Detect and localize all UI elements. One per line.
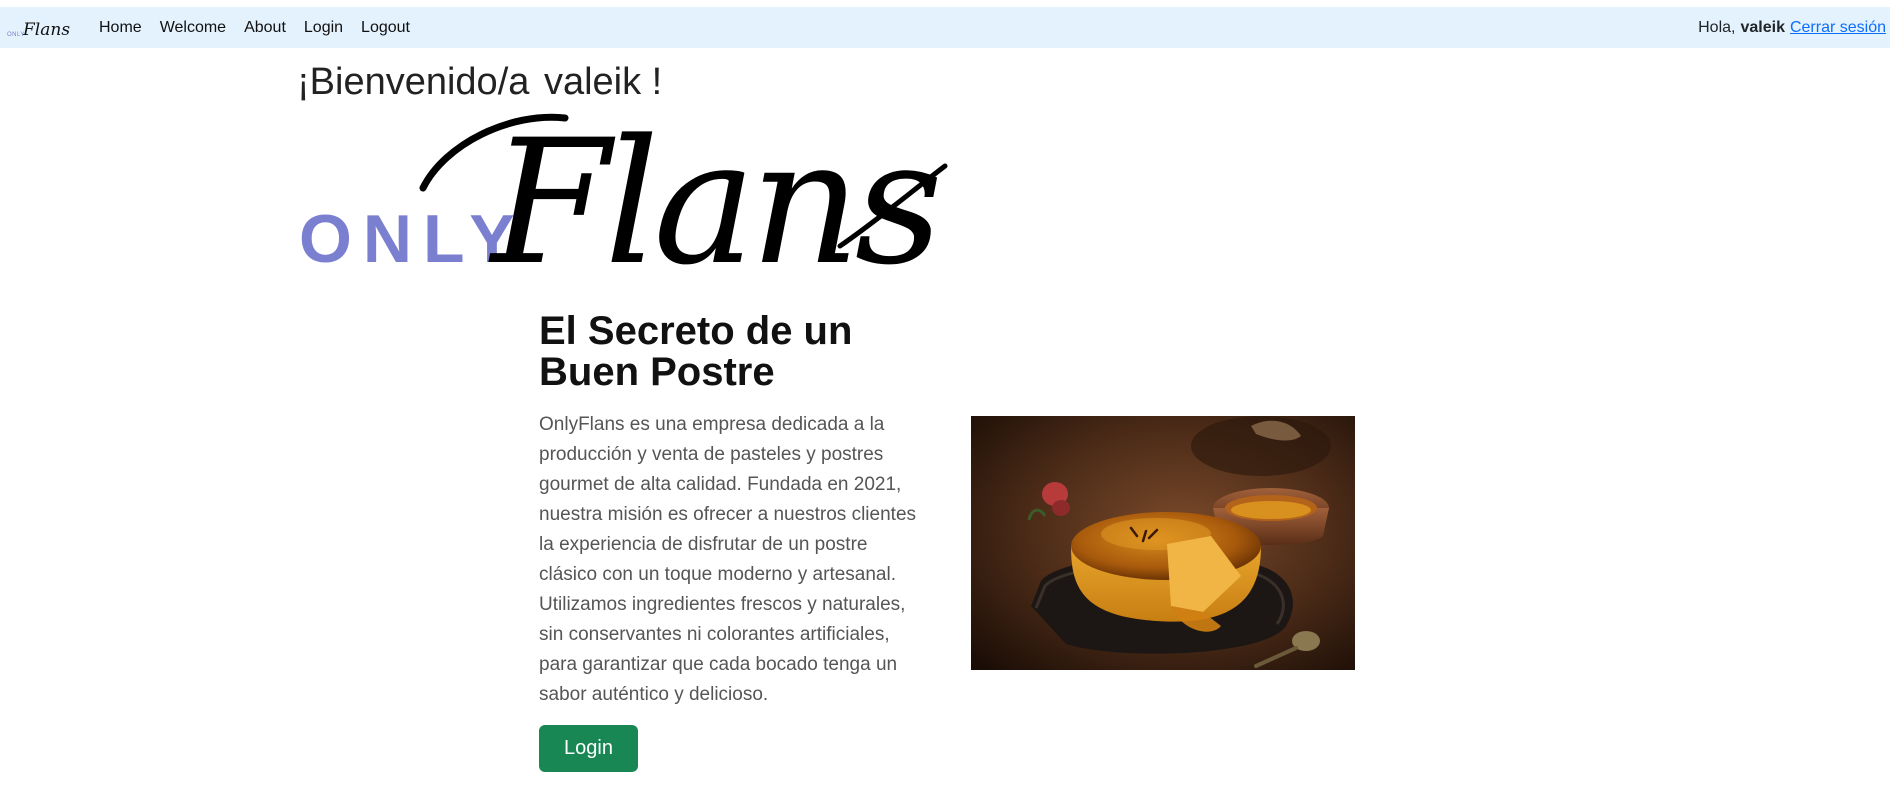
navbar: ONLY Flans Home Welcome About Login Logo… bbox=[0, 7, 1890, 48]
brand-logo-image: ONLY Flans bbox=[7, 20, 70, 40]
onlyflans-logo-image: ONLY Flans bbox=[299, 104, 948, 294]
flan-photo bbox=[971, 416, 1355, 670]
welcome-username: valeik bbox=[543, 61, 642, 103]
welcome-heading: ¡Bienvenido/a valeik ! bbox=[297, 58, 662, 106]
brand-flans-text: Flans bbox=[22, 20, 70, 40]
top-strip bbox=[0, 0, 1890, 7]
user-greeting: Hola, valeik Cerrar sesión bbox=[1698, 7, 1886, 48]
welcome-suffix: ! bbox=[651, 61, 663, 103]
onlyflans-logo: ONLY Flans bbox=[295, 104, 955, 294]
brand-logo[interactable]: ONLY Flans bbox=[6, 16, 74, 40]
login-button[interactable]: Login bbox=[539, 725, 638, 772]
nav-link-about[interactable]: About bbox=[235, 7, 295, 48]
nav-link-logout[interactable]: Logout bbox=[352, 7, 419, 48]
nav-link-login[interactable]: Login bbox=[295, 7, 352, 48]
greeting-username: valeik bbox=[1740, 18, 1785, 36]
welcome-text: ¡Bienvenido/a bbox=[297, 61, 530, 103]
logo-flans-text: Flans bbox=[488, 104, 938, 294]
greeting-text: Hola, bbox=[1698, 18, 1736, 36]
nav-links: Home Welcome About Login Logout bbox=[90, 7, 419, 48]
cerrar-sesion-link[interactable]: Cerrar sesión bbox=[1790, 19, 1886, 37]
company-description: OnlyFlans es una empresa dedicada a la p… bbox=[539, 414, 917, 705]
section-title: El Secreto de un Buen Postre bbox=[539, 309, 853, 394]
nav-link-welcome[interactable]: Welcome bbox=[151, 7, 235, 48]
nav-link-home[interactable]: Home bbox=[90, 7, 151, 48]
